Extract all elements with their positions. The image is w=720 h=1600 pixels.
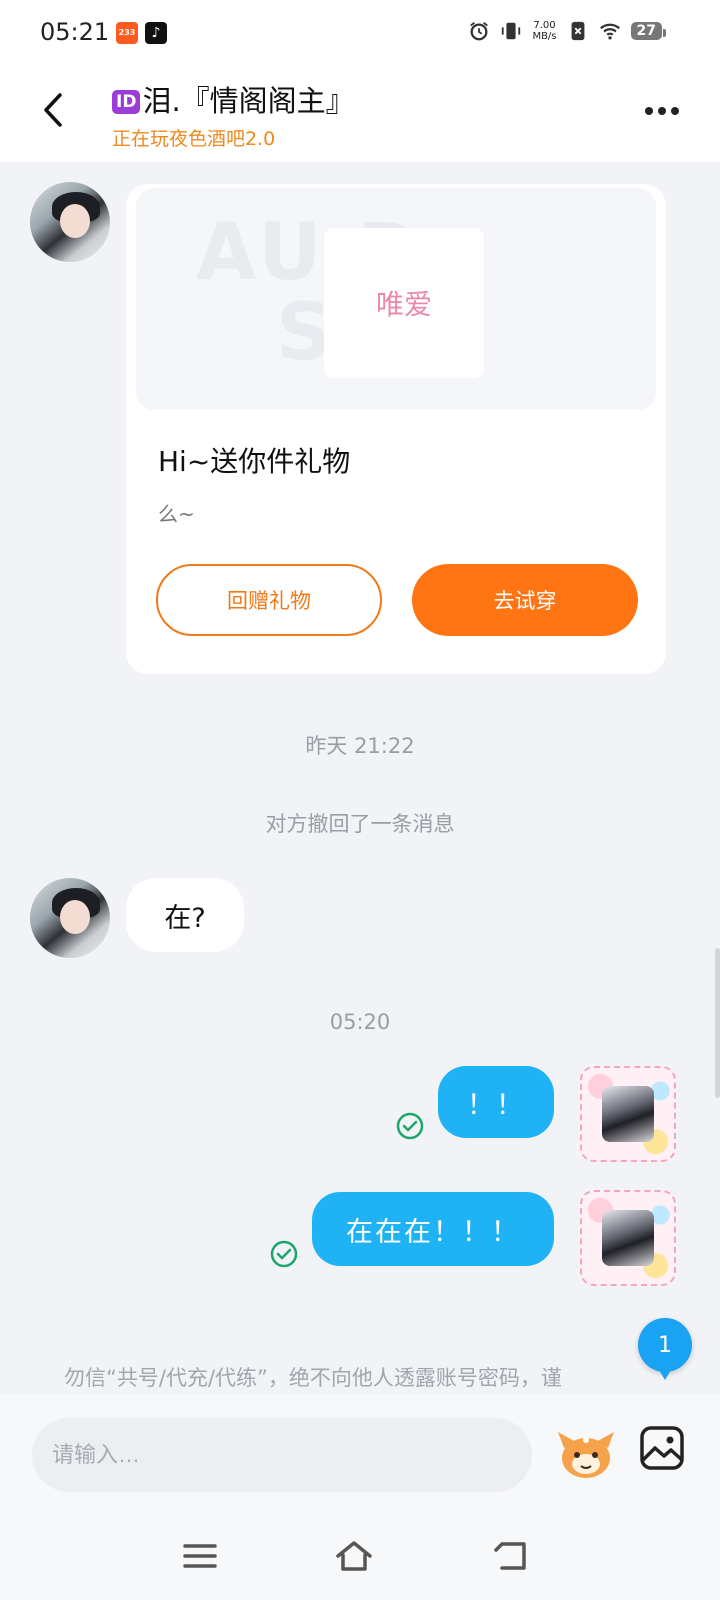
tiktok-icon: ♪: [145, 22, 167, 44]
id-badge: ID: [112, 90, 141, 114]
chat-title: 泪.『情阁阁主』: [142, 84, 355, 118]
avatar-face: [60, 204, 90, 238]
message-timestamp: 05:20: [329, 1010, 391, 1034]
more-dot-icon: [658, 107, 666, 115]
chevron-left-icon: [44, 93, 62, 127]
wifi-icon: [599, 23, 620, 40]
more-options-button[interactable]: [640, 94, 684, 128]
try-on-button[interactable]: 去试穿: [412, 564, 638, 636]
read-check-icon: [270, 1240, 298, 1268]
gift-card: AU R S RE 唯爱 Hi~送你件礼物 么~ 回赠礼物 去试穿: [126, 184, 666, 674]
return-gift-button[interactable]: 回赠礼物: [156, 564, 382, 636]
scrollbar[interactable]: [715, 948, 720, 1098]
outgoing-message-bubble[interactable]: ！！: [438, 1066, 554, 1138]
my-avatar[interactable]: [580, 1066, 676, 1162]
my-avatar[interactable]: [580, 1190, 676, 1286]
incoming-message-bubble[interactable]: 在?: [126, 878, 244, 952]
app-233-icon: 233: [116, 22, 138, 44]
gift-title: Hi~送你件礼物: [158, 445, 351, 478]
alarm-icon: [470, 22, 489, 41]
safety-notice: 勿信“共号/代充/代练”，绝不向他人透露账号密码，谨: [0, 1364, 720, 1398]
chat-status-subtitle: 正在玩夜色酒吧2.0: [112, 128, 276, 150]
network-speed: 7.00 MB/s: [532, 20, 557, 42]
image-icon[interactable]: [638, 1424, 686, 1472]
gift-image[interactable]: AU R S RE 唯爱: [136, 188, 656, 410]
read-check-icon: [396, 1112, 424, 1140]
chat-title-area[interactable]: ID 泪.『情阁阁主』 正在玩夜色酒吧2.0: [112, 78, 355, 151]
gift-logo: 唯爱: [375, 288, 432, 321]
menu-icon[interactable]: [180, 1538, 220, 1574]
input-bar: [0, 1394, 720, 1512]
home-icon[interactable]: [334, 1538, 374, 1574]
battery-indicator: 27: [630, 22, 667, 40]
message-input[interactable]: [32, 1418, 532, 1492]
system-nav-bar: [0, 1512, 720, 1600]
emoji-face-icon[interactable]: [554, 1422, 618, 1486]
more-dot-icon: [671, 107, 679, 115]
chat-header: ID 泪.『情阁阁主』 正在玩夜色酒吧2.0: [0, 64, 720, 162]
back-nav-icon[interactable]: [492, 1538, 532, 1574]
safety-notice-text: 勿信“共号/代充/代练”，绝不向他人透露账号密码，谨: [64, 1366, 562, 1390]
avatar-photo: [602, 1086, 654, 1142]
no-sim-icon: [571, 21, 584, 41]
message-timestamp: 昨天 21:22: [305, 734, 415, 758]
contact-avatar[interactable]: [30, 182, 110, 262]
vibrate-icon: [502, 22, 521, 40]
status-time: 05:21: [40, 18, 110, 46]
contact-avatar[interactable]: [30, 878, 110, 958]
gift-logo-tile: 唯爱: [324, 228, 484, 378]
avatar-photo: [602, 1210, 654, 1266]
avatar-face: [60, 900, 90, 934]
recalled-message-notice: 对方撤回了一条消息: [265, 812, 455, 836]
back-button[interactable]: [32, 88, 76, 132]
gift-subtitle: 么~: [158, 502, 195, 526]
status-bar: 05:21 233 ♪ 7.00 MB/s 27: [0, 0, 720, 64]
outgoing-message-bubble[interactable]: 在在在！！！: [312, 1192, 554, 1266]
more-dot-icon: [645, 107, 653, 115]
